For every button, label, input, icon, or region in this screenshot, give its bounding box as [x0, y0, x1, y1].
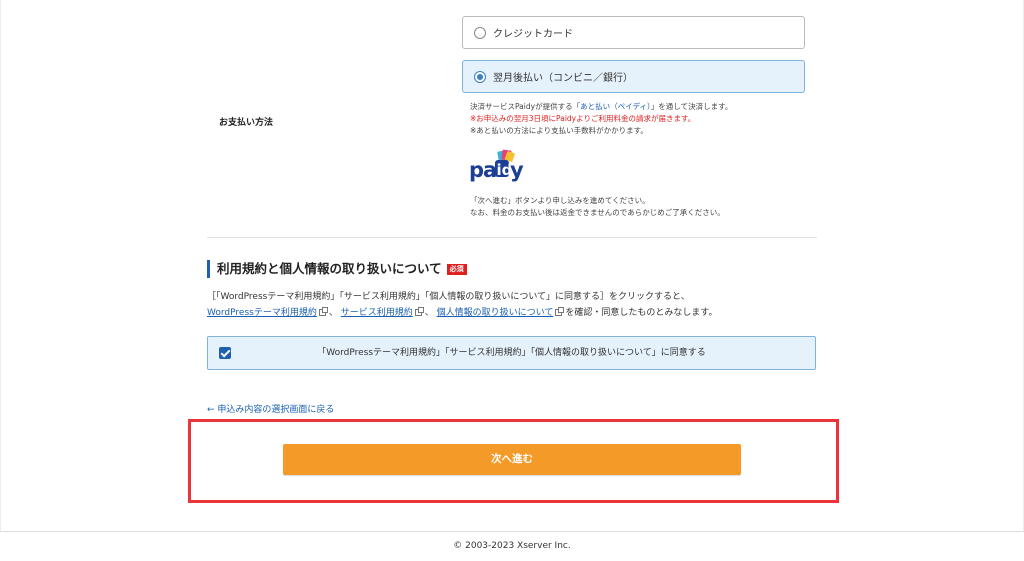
footer-copyright: © 2003-2023 Xserver Inc. [453, 541, 571, 551]
external-link-icon [318, 307, 328, 316]
back-to-selection-link[interactable]: ← 申込み内容の選択画面に戻る [207, 402, 334, 415]
terms-tail-text: を確認・同意したものとみなします。 [565, 308, 718, 318]
radio-unselected-icon[interactable] [474, 26, 486, 39]
external-link-icon [414, 307, 424, 316]
agree-checkbox[interactable] [219, 347, 231, 359]
terms-section-title: 利用規約と個人情報の取り扱いについて 必須 [207, 260, 467, 278]
privacy-policy-link[interactable]: 個人情報の取り扱いについて [437, 308, 554, 318]
fee-note: ※あと払いの方法により支払い手数料がかかります。 [470, 126, 648, 135]
agree-label[interactable]: 「WordPressテーマ利用規約」「サービス利用規約」「個人情報の取り扱いにつ… [208, 337, 815, 369]
instruction-line: 「次へ進む」ボタンより申し込みを進めてください。 [470, 196, 650, 205]
required-badge: 必須 [446, 263, 467, 275]
note-text: 決済サービスPaidyが提供する「 [470, 102, 581, 111]
payment-method-label: お支払い方法 [219, 118, 274, 128]
radio-selected-icon[interactable] [474, 70, 486, 83]
left-border [0, 0, 1, 531]
paidy-logo-icon: pa id y [469, 149, 524, 182]
svg-text:pa: pa [469, 158, 496, 182]
external-link-icon [555, 307, 565, 316]
footer-divider [0, 531, 1024, 532]
payment-option-credit-card[interactable]: クレジットカード [462, 16, 805, 49]
separator: 、 [424, 308, 434, 318]
next-button[interactable]: 次へ進む [283, 444, 741, 475]
paidy-logo: pa id y [469, 148, 529, 184]
wordpress-terms-link[interactable]: WordPressテーマ利用規約 [207, 308, 317, 318]
paidy-link[interactable]: あと払い（ペイディ） [580, 102, 651, 111]
instruction-line: なお、料金のお支払い後は返金できませんのであらかじめご了承ください。 [470, 208, 725, 217]
svg-text:y: y [510, 158, 524, 182]
terms-agree-box[interactable]: 「WordPressテーマ利用規約」「サービス利用規約」「個人情報の取り扱いにつ… [207, 336, 816, 370]
note-text: 」を通して決済します。 [650, 102, 733, 111]
payment-option-deferred[interactable]: 翌月後払い（コンビニ／銀行） [462, 60, 805, 93]
terms-links-line: WordPressテーマ利用規約、 サービス利用規約、 個人情報の取り扱いについ… [207, 307, 717, 320]
terms-title-text: 利用規約と個人情報の取り扱いについて [217, 261, 442, 276]
payment-option-label: 翌月後払い（コンビニ／銀行） [493, 73, 633, 84]
billing-warning: ※お申込みの翌月3日頃にPaidyよりご利用料金の請求が届きます。 [470, 114, 696, 123]
terms-description: ［「WordPressテーマ利用規約」「サービス利用規約」「個人情報の取り扱いに… [207, 292, 690, 302]
payment-option-label: クレジットカード [493, 29, 573, 40]
paidy-description: 決済サービスPaidyが提供する「あと払い（ペイディ）」を通して決済します。 [470, 101, 732, 112]
section-divider [207, 237, 817, 238]
separator: 、 [328, 308, 338, 318]
service-terms-link[interactable]: サービス利用規約 [341, 308, 413, 318]
